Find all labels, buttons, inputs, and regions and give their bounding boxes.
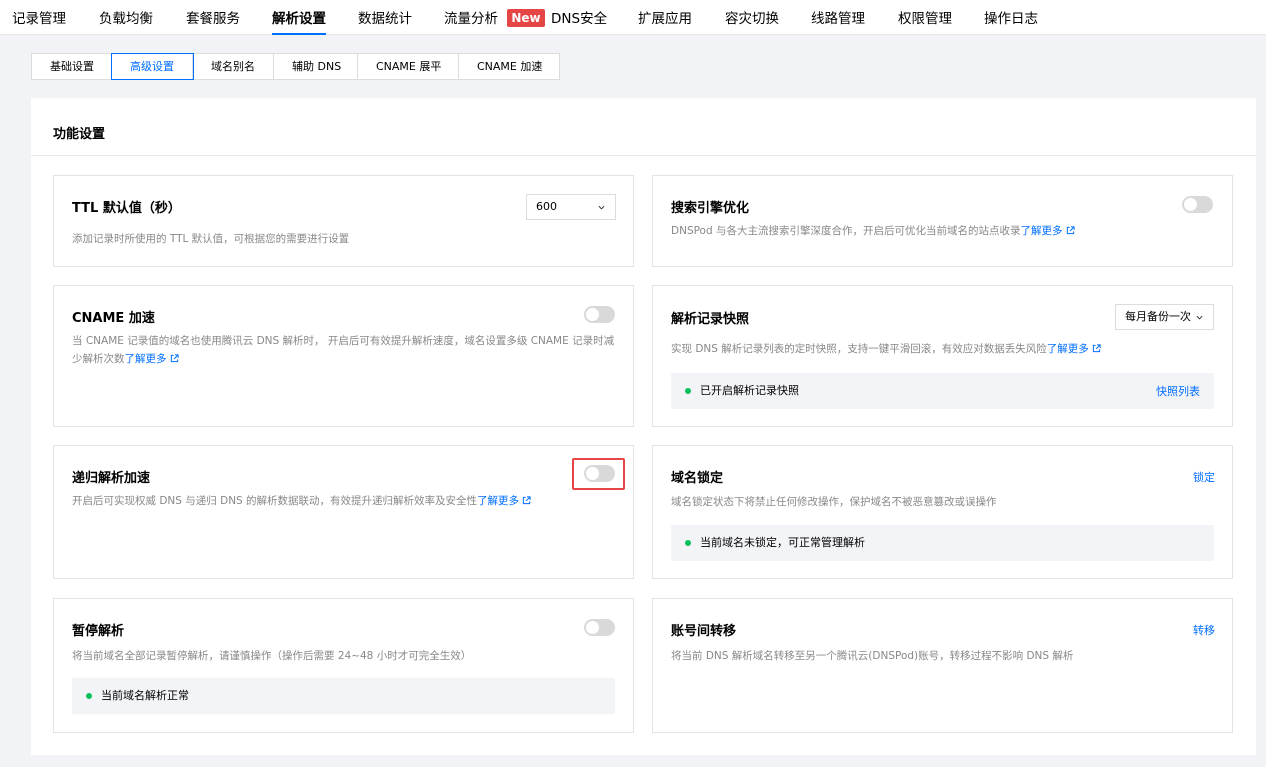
external-link-icon — [1092, 344, 1101, 353]
nav-statistics[interactable]: 数据统计 — [358, 0, 412, 35]
recursive-accel-toggle[interactable] — [584, 465, 615, 482]
card-desc: 将当前域名全部记录暂停解析，请谨慎操作（操作后需要 24~48 小时才可完全生效… — [72, 650, 472, 662]
transfer-link[interactable]: 转移 — [1193, 622, 1215, 638]
tab-basic[interactable]: 基础设置 — [32, 54, 112, 79]
nav-logs[interactable]: 操作日志 — [984, 0, 1038, 35]
new-badge: New — [507, 9, 545, 27]
top-nav: 记录管理 负载均衡 套餐服务 解析设置 数据统计 流量分析 New DNS安全 … — [0, 0, 1266, 35]
status-text: 当前域名未锁定，可正常管理解析 — [700, 536, 865, 549]
snapshot-status-box: 已开启解析记录快照 快照列表 — [671, 373, 1214, 409]
card-desc: 当 CNAME 记录值的域名也使用腾讯云 DNS 解析时， 开启后可有效提升解析… — [72, 332, 617, 368]
nav-traffic[interactable]: 流量分析 — [444, 0, 498, 35]
card-cname-accel: CNAME 加速 当 CNAME 记录值的域名也使用腾讯云 DNS 解析时， 开… — [53, 285, 634, 427]
divider — [31, 155, 1256, 156]
external-link-icon — [522, 496, 531, 505]
card-desc: 域名锁定状态下将禁止任何修改操作，保护域名不被恶意篡改或误操作 — [671, 496, 997, 508]
pause-toggle[interactable] — [584, 619, 615, 636]
nav-lines[interactable]: 线路管理 — [811, 0, 865, 35]
card-snapshot: 解析记录快照 实现 DNS 解析记录列表的定时快照，支持一键平滑回滚，有效应对数… — [652, 285, 1233, 427]
card-desc: 开启后可实现权威 DNS 与递归 DNS 的解析数据联动，有效提升递归解析效率及… — [72, 492, 617, 510]
card-title: TTL 默认值（秒） — [72, 201, 181, 216]
sub-tabs: 基础设置 高级设置 域名别名 辅助 DNS CNAME 展平 CNAME 加速 — [31, 53, 560, 80]
nav-dns-security[interactable]: DNS安全 — [551, 0, 607, 35]
card-transfer: 账号间转移 将当前 DNS 解析域名转移至另一个腾讯云(DNSPod)账号，转移… — [652, 598, 1233, 733]
select-value: 600 — [536, 200, 557, 213]
tab-cname-accel[interactable]: CNAME 加速 — [459, 54, 559, 79]
desc-text: 开启后可实现权威 DNS 与递归 DNS 的解析数据联动，有效提升递归解析效率及… — [72, 495, 478, 507]
status-text: 当前域名解析正常 — [101, 689, 189, 702]
settings-panel: 功能设置 TTL 默认值（秒） 添加记录时所使用的 TTL 默认值，可根据您的需… — [31, 98, 1256, 755]
card-pause: 暂停解析 将当前域名全部记录暂停解析，请谨慎操作（操作后需要 24~48 小时才… — [53, 598, 634, 733]
tab-alias[interactable]: 域名别名 — [193, 54, 274, 79]
tab-secondary-dns[interactable]: 辅助 DNS — [274, 54, 358, 79]
status-dot — [685, 540, 691, 546]
cname-accel-toggle[interactable] — [584, 306, 615, 323]
card-desc: 添加记录时所使用的 TTL 默认值，可根据您的需要进行设置 — [72, 233, 350, 245]
card-title: 暂停解析 — [72, 624, 125, 639]
nav-load-balance[interactable]: 负载均衡 — [99, 0, 153, 35]
status-text: 已开启解析记录快照 — [700, 384, 799, 397]
desc-text: DNSPod 与各大主流搜索引擎深度合作，开启后可优化当前域名的站点收录 — [671, 225, 1021, 237]
snapshot-list-link[interactable]: 快照列表 — [1156, 383, 1200, 399]
pause-status-box: 当前域名解析正常 — [72, 678, 615, 714]
status-dot — [685, 388, 691, 394]
card-seo: 搜索引擎优化 DNSPod 与各大主流搜索引擎深度合作，开启后可优化当前域名的站… — [652, 175, 1233, 267]
panel-title: 功能设置 — [53, 127, 106, 142]
chevron-down-icon — [1196, 315, 1203, 320]
card-desc: 实现 DNS 解析记录列表的定时快照，支持一键平滑回滚，有效应对数据丢失风险了解… — [671, 340, 1216, 358]
card-title: 域名锁定 — [671, 471, 724, 486]
card-desc: DNSPod 与各大主流搜索引擎深度合作，开启后可优化当前域名的站点收录了解更多 — [671, 222, 1216, 240]
card-title: CNAME 加速 — [72, 311, 155, 326]
snapshot-frequency-select[interactable]: 每月备份一次 — [1115, 304, 1214, 330]
learn-more-link[interactable]: 了解更多 — [1047, 343, 1089, 355]
external-link-icon — [1066, 226, 1075, 235]
card-ttl: TTL 默认值（秒） 添加记录时所使用的 TTL 默认值，可根据您的需要进行设置… — [53, 175, 634, 267]
card-domain-lock: 域名锁定 域名锁定状态下将禁止任何修改操作，保护域名不被恶意篡改或误操作 锁定 … — [652, 445, 1233, 579]
lock-status-box: 当前域名未锁定，可正常管理解析 — [671, 525, 1214, 561]
chevron-down-icon — [598, 205, 605, 210]
tab-advanced[interactable]: 高级设置 — [111, 53, 194, 80]
nav-disaster-recovery[interactable]: 容灾切换 — [725, 0, 779, 35]
select-value: 每月备份一次 — [1125, 310, 1191, 323]
card-title: 账号间转移 — [671, 624, 737, 639]
nav-permissions[interactable]: 权限管理 — [898, 0, 952, 35]
nav-plan[interactable]: 套餐服务 — [186, 0, 240, 35]
seo-toggle[interactable] — [1182, 196, 1213, 213]
ttl-select[interactable]: 600 — [526, 194, 616, 220]
card-title: 解析记录快照 — [671, 312, 750, 327]
card-recursive-accel: 递归解析加速 开启后可实现权威 DNS 与递归 DNS 的解析数据联动，有效提升… — [53, 445, 634, 579]
learn-more-link[interactable]: 了解更多 — [125, 353, 167, 365]
card-desc: 将当前 DNS 解析域名转移至另一个腾讯云(DNSPod)账号，转移过程不影响 … — [671, 650, 1074, 662]
lock-link[interactable]: 锁定 — [1193, 469, 1215, 485]
learn-more-link[interactable]: 了解更多 — [477, 495, 519, 507]
external-link-icon — [170, 354, 179, 363]
desc-text: 实现 DNS 解析记录列表的定时快照，支持一键平滑回滚，有效应对数据丢失风险 — [671, 343, 1047, 355]
nav-records[interactable]: 记录管理 — [12, 0, 66, 35]
nav-extensions[interactable]: 扩展应用 — [638, 0, 692, 35]
tab-cname-flatten[interactable]: CNAME 展平 — [358, 54, 459, 79]
learn-more-link[interactable]: 了解更多 — [1021, 225, 1063, 237]
status-dot — [86, 693, 92, 699]
card-title: 递归解析加速 — [72, 471, 151, 486]
nav-resolve-settings[interactable]: 解析设置 — [272, 0, 326, 35]
card-title: 搜索引擎优化 — [671, 201, 750, 216]
